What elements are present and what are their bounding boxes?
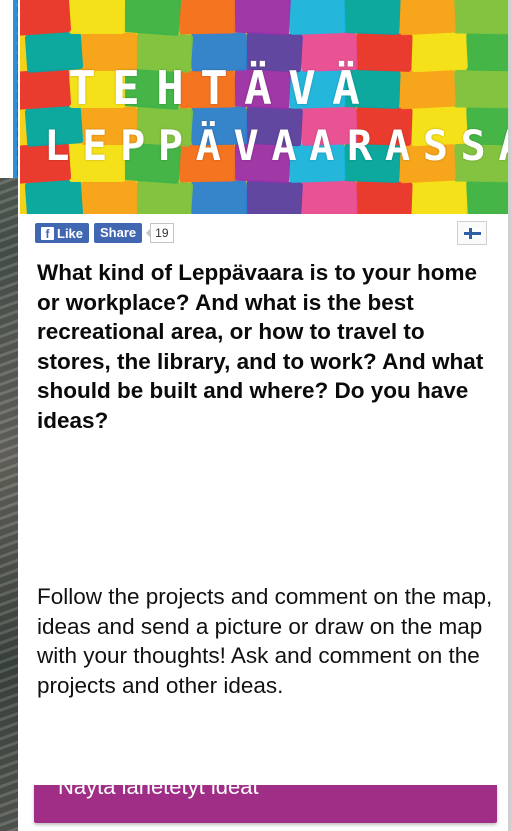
- banner-letter: Ä: [244, 61, 272, 115]
- banner-title-line2: LEPPÄVAARASSA: [40, 118, 508, 174]
- banner-tile: [122, 0, 182, 36]
- facebook-like-button[interactable]: f Like: [35, 223, 90, 243]
- language-selector[interactable]: [457, 221, 487, 245]
- left-side-panel: [0, 0, 17, 178]
- banner-tile: [233, 0, 291, 36]
- banner-letter: S: [422, 121, 448, 170]
- banner-image: TEHTÄVÄ LEPPÄVAARASSA: [20, 0, 508, 214]
- banner-tile: [81, 181, 137, 214]
- intro-body: Follow the projects and comment on the m…: [37, 584, 493, 698]
- finland-flag-icon: [463, 227, 481, 239]
- show-ideas-button[interactable]: Näytä lähetetyt ideat: [34, 785, 497, 823]
- banner-letter: A: [309, 121, 335, 170]
- banner-letter: R: [347, 121, 373, 170]
- banner-tile: [190, 180, 248, 214]
- facebook-share-button[interactable]: Share: [94, 223, 143, 243]
- banner-tile: [343, 0, 401, 35]
- banner-letter: T: [200, 61, 228, 115]
- banner-letter: H: [156, 61, 184, 115]
- banner-letter: A: [271, 121, 297, 170]
- banner-tile: [453, 0, 508, 35]
- intro-heading: What kind of Leppävaara is to your home …: [37, 260, 484, 433]
- banner-letter: L: [44, 121, 70, 170]
- banner-letter: S: [460, 121, 486, 170]
- banner-tile: [178, 0, 236, 35]
- banner-letter: A: [494, 118, 508, 174]
- banner-tile: [355, 180, 413, 214]
- banner-tile: [465, 180, 508, 214]
- share-count: 19: [146, 223, 174, 243]
- banner-title-line1: TEHTÄVÄ: [62, 60, 508, 116]
- banner-tile: [300, 180, 358, 214]
- banner-letter: E: [112, 61, 140, 115]
- show-ideas-label: Näytä lähetetyt ideat: [58, 785, 259, 799]
- banner-letter: P: [157, 121, 184, 170]
- facebook-icon: f: [41, 226, 54, 241]
- banner-tile: [24, 179, 84, 214]
- banner-letter: Ä: [332, 61, 360, 115]
- banner-tile: [410, 179, 468, 214]
- banner-letter: P: [119, 121, 146, 170]
- like-label: Like: [57, 225, 84, 241]
- banner-letter: V: [233, 121, 259, 170]
- banner-tile: [69, 0, 125, 34]
- banner-tile: [245, 179, 303, 214]
- banner-tile: [398, 0, 456, 36]
- banner-letter: V: [288, 61, 316, 115]
- banner-tile: [20, 0, 72, 36]
- banner-letter: A: [384, 121, 411, 170]
- social-bar: f Like Share 19: [35, 222, 174, 244]
- banner-letter: E: [82, 121, 108, 170]
- banner-letter: T: [68, 61, 96, 115]
- banner-tile: [288, 0, 346, 35]
- banner-letter: Ä: [195, 121, 221, 170]
- banner-tile: [134, 179, 194, 214]
